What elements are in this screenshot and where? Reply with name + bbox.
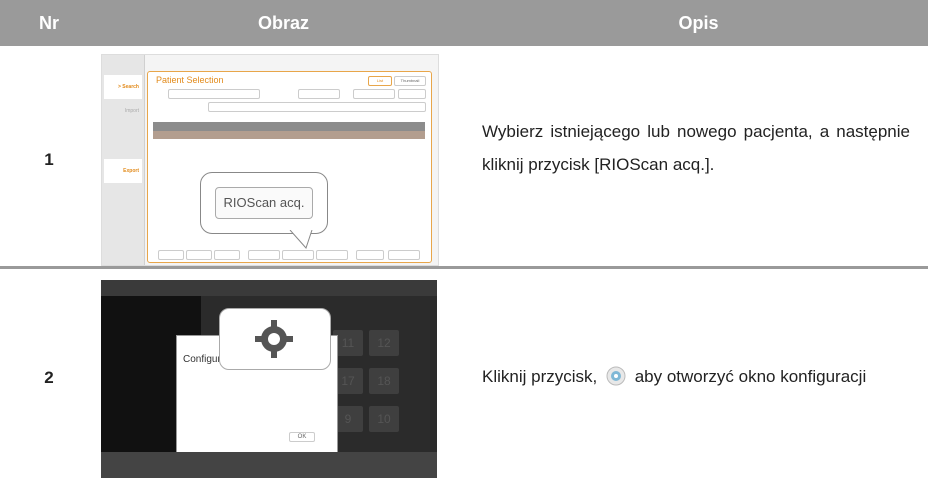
tooth-18: 18 — [369, 368, 399, 394]
id-field — [298, 89, 340, 99]
header-nr: Nr — [38, 13, 59, 33]
tooth-12: 12 — [369, 330, 399, 356]
new-button — [158, 250, 184, 260]
grid-header — [153, 122, 425, 131]
configuration-screenshot: 11 12 17 18 9 10 Configuratio OK — [101, 280, 437, 478]
gear-icon — [255, 320, 293, 358]
export-button — [356, 250, 384, 260]
ok-button: OK — [289, 432, 315, 442]
io-cam-button — [316, 250, 348, 260]
callout-bubble: RIOScan acq. — [200, 172, 328, 234]
open-button — [388, 250, 420, 260]
list-toggle: List — [368, 76, 392, 86]
viewer-status-bar — [101, 452, 437, 478]
thumbnail-toggle: Thumbnail — [394, 76, 426, 86]
row-2-text-after: aby otworzyć okno konfiguracji — [634, 367, 867, 386]
sidebar: > Search Import Export — [102, 55, 145, 265]
sensor-acq-button — [248, 250, 280, 260]
header-obraz: Obraz — [257, 13, 309, 33]
delete-button — [214, 250, 240, 260]
modify-button — [186, 250, 212, 260]
gear-icon — [606, 366, 626, 386]
from-field — [168, 89, 260, 99]
sidebar-item-export: Export — [104, 159, 142, 183]
row-2-number: 2 — [44, 368, 54, 387]
row-divider — [0, 266, 928, 269]
row-1-number: 1 — [44, 150, 54, 169]
panel-title: Patient Selection — [156, 75, 224, 85]
sidebar-item-import: Import — [124, 108, 139, 114]
name-field — [353, 89, 395, 99]
gear-callout — [219, 308, 331, 370]
callout-pointer — [289, 230, 313, 249]
rioscan-small-button — [282, 250, 314, 260]
search-button — [398, 89, 426, 99]
table-header: Nr Obraz Opis — [0, 0, 928, 46]
patient-panel: Patient Selection List Thumbnail RIOScan… — [147, 71, 432, 263]
row-1-description: Wybierz istniejącego lub nowego pacjenta… — [482, 122, 910, 174]
patient-selection-screenshot: > Search Import Export Patient Selection… — [101, 54, 439, 266]
rioscan-acq-button: RIOScan acq. — [215, 187, 313, 219]
sidebar-item-search: > Search — [104, 75, 142, 99]
row-2-description: Kliknij przycisk, aby otworzyć okno konf… — [482, 360, 910, 393]
filter-row — [208, 102, 426, 112]
tooth-10: 10 — [369, 406, 399, 432]
row-2-text-before: Kliknij przycisk, — [482, 367, 598, 386]
header-opis: Opis — [678, 13, 719, 33]
viewer-toolbar — [101, 280, 437, 296]
grid-selected-row — [153, 131, 425, 139]
